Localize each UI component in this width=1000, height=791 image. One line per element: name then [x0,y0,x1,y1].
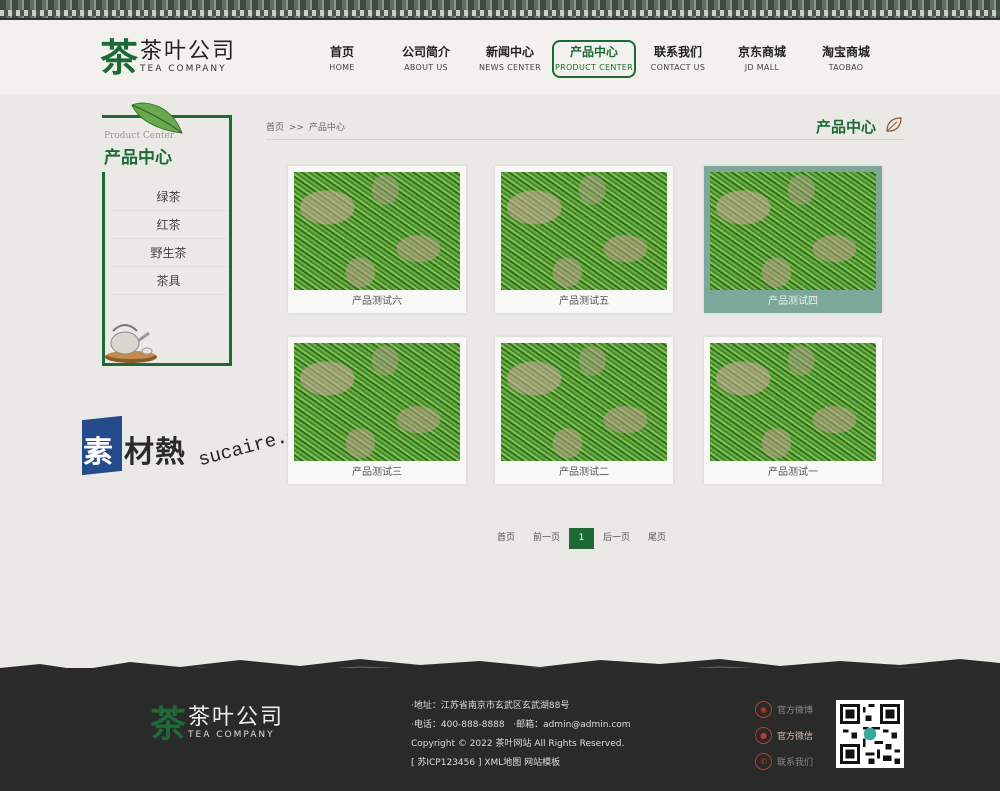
leaf-outline-icon [886,117,902,132]
main-nav: 首页 HOME 公司简介 ABOUT US 新闻中心 NEWS CENTER 产品中心… [300,40,888,80]
logo-name-cn: 茶叶公司 [140,39,237,64]
product-image[interactable] [501,343,667,461]
site-logo[interactable]: 茶 茶叶公司 TEA COMPANY [100,38,236,78]
nav-jd-mall[interactable]: 京东商城 JD MALL [720,40,804,78]
footer-icp-links[interactable]: [ 苏ICP123456 ] XML地图 网站模板 [411,754,631,773]
product-image[interactable] [710,172,876,290]
product-card[interactable]: 产品测试六 [288,166,466,313]
nav-news[interactable]: 新闻中心 NEWS CENTER [468,40,552,78]
breadcrumb-separator: >> [288,123,304,133]
sidebar-title: 产品中心 [104,148,172,168]
product-name[interactable]: 产品测试二 [495,461,673,484]
product-image[interactable] [710,343,876,461]
product-image[interactable] [294,172,460,290]
page-prev-button[interactable]: 前一页 [524,528,569,549]
footer-contact-info: ·地址：江苏省南京市玄武区玄武湖88号 ·电话：400-888-8888 ·邮箱… [411,697,631,773]
product-card[interactable]: 产品测试五 [495,166,673,313]
product-name[interactable]: 产品测试六 [288,290,466,313]
sidebar-item-green-tea[interactable]: 绿茶 [110,183,227,211]
footer-email: ·邮箱：admin@admin.com [513,720,631,730]
logo-mark: 茶 [100,35,139,80]
footer-address: ·地址：江苏省南京市玄武区玄武湖88号 [411,701,570,711]
breadcrumb-current[interactable]: 产品中心 [309,123,345,133]
nav-taobao[interactable]: 淘宝商城 TAOBAO [804,40,888,78]
top-border-pattern [0,0,1000,20]
nav-about[interactable]: 公司简介 ABOUT US [384,40,468,78]
nav-home[interactable]: 首页 HOME [300,40,384,78]
footer-logo-en: TEA COMPANY [188,730,275,740]
product-card-active[interactable]: 产品测试四 [704,166,882,313]
site-header: 茶 茶叶公司 TEA COMPANY 首页 HOME 公司简介 ABOUT US 新… [0,20,1000,94]
pagination: 首页 前一页 1 后一页 尾页 [488,528,675,549]
breadcrumb-home[interactable]: 首页 [266,123,284,133]
title-divider [266,139,904,140]
sidebar-item-black-tea[interactable]: 红茶 [110,211,227,239]
watermark-su: 素 [83,435,113,470]
footer-link-wechat[interactable]: ● 官方微信 [755,722,813,748]
page-first-button[interactable]: 首页 [488,528,524,549]
page-next-button[interactable]: 后一页 [594,528,639,549]
sidebar-item-tea-ware[interactable]: 茶具 [110,267,227,295]
logo-name-en: TEA COMPANY [140,64,227,74]
weibo-icon: ◉ [755,700,772,718]
footer-logo[interactable]: 茶 茶叶公司 TEA COMPANY [150,706,284,742]
footer-copyright: Copyright © 2022 茶叶网站 All Rights Reserve… [411,739,625,749]
footer-link-weibo[interactable]: ◉ 官方微博 [755,696,813,722]
page-title: 产品中心 [816,118,877,136]
product-card[interactable]: 产品测试三 [288,337,466,484]
product-name[interactable]: 产品测试一 [704,461,882,484]
sidebar-category-list: 绿茶 红茶 野生茶 茶具 [110,183,227,295]
product-image[interactable] [294,343,460,461]
footer-link-contact[interactable]: ✆ 联系我们 [755,748,813,774]
product-name[interactable]: 产品测试四 [704,290,882,313]
product-card[interactable]: 产品测试二 [495,337,673,484]
product-name[interactable]: 产品测试三 [288,461,466,484]
qr-code-icon [836,700,904,768]
product-name[interactable]: 产品测试五 [495,290,673,313]
footer-phone: ·电话：400-888-8888 [411,720,505,730]
footer-logo-cn: 茶叶公司 [188,705,285,730]
sidebar-title-en: Product Center [104,131,175,141]
watermark-cai: 材熱 [124,435,186,470]
phone-icon: ✆ [755,752,772,770]
product-image[interactable] [501,172,667,290]
nav-contact[interactable]: 联系我们 CONTACT US [636,40,720,78]
footer-logo-mark: 茶 [150,703,187,745]
page-current[interactable]: 1 [569,528,595,549]
teapot-icon [105,324,157,363]
product-card[interactable]: 产品测试一 [704,337,882,484]
page-last-button[interactable]: 尾页 [639,528,675,549]
nav-products[interactable]: 产品中心 PRODUCT CENTER [552,40,636,78]
footer-social-links: ◉ 官方微博 ● 官方微信 ✆ 联系我们 [755,696,813,774]
sidebar-item-wild-tea[interactable]: 野生茶 [110,239,227,267]
breadcrumb: 首页 >> 产品中心 [266,120,347,133]
wechat-icon: ● [755,726,772,744]
